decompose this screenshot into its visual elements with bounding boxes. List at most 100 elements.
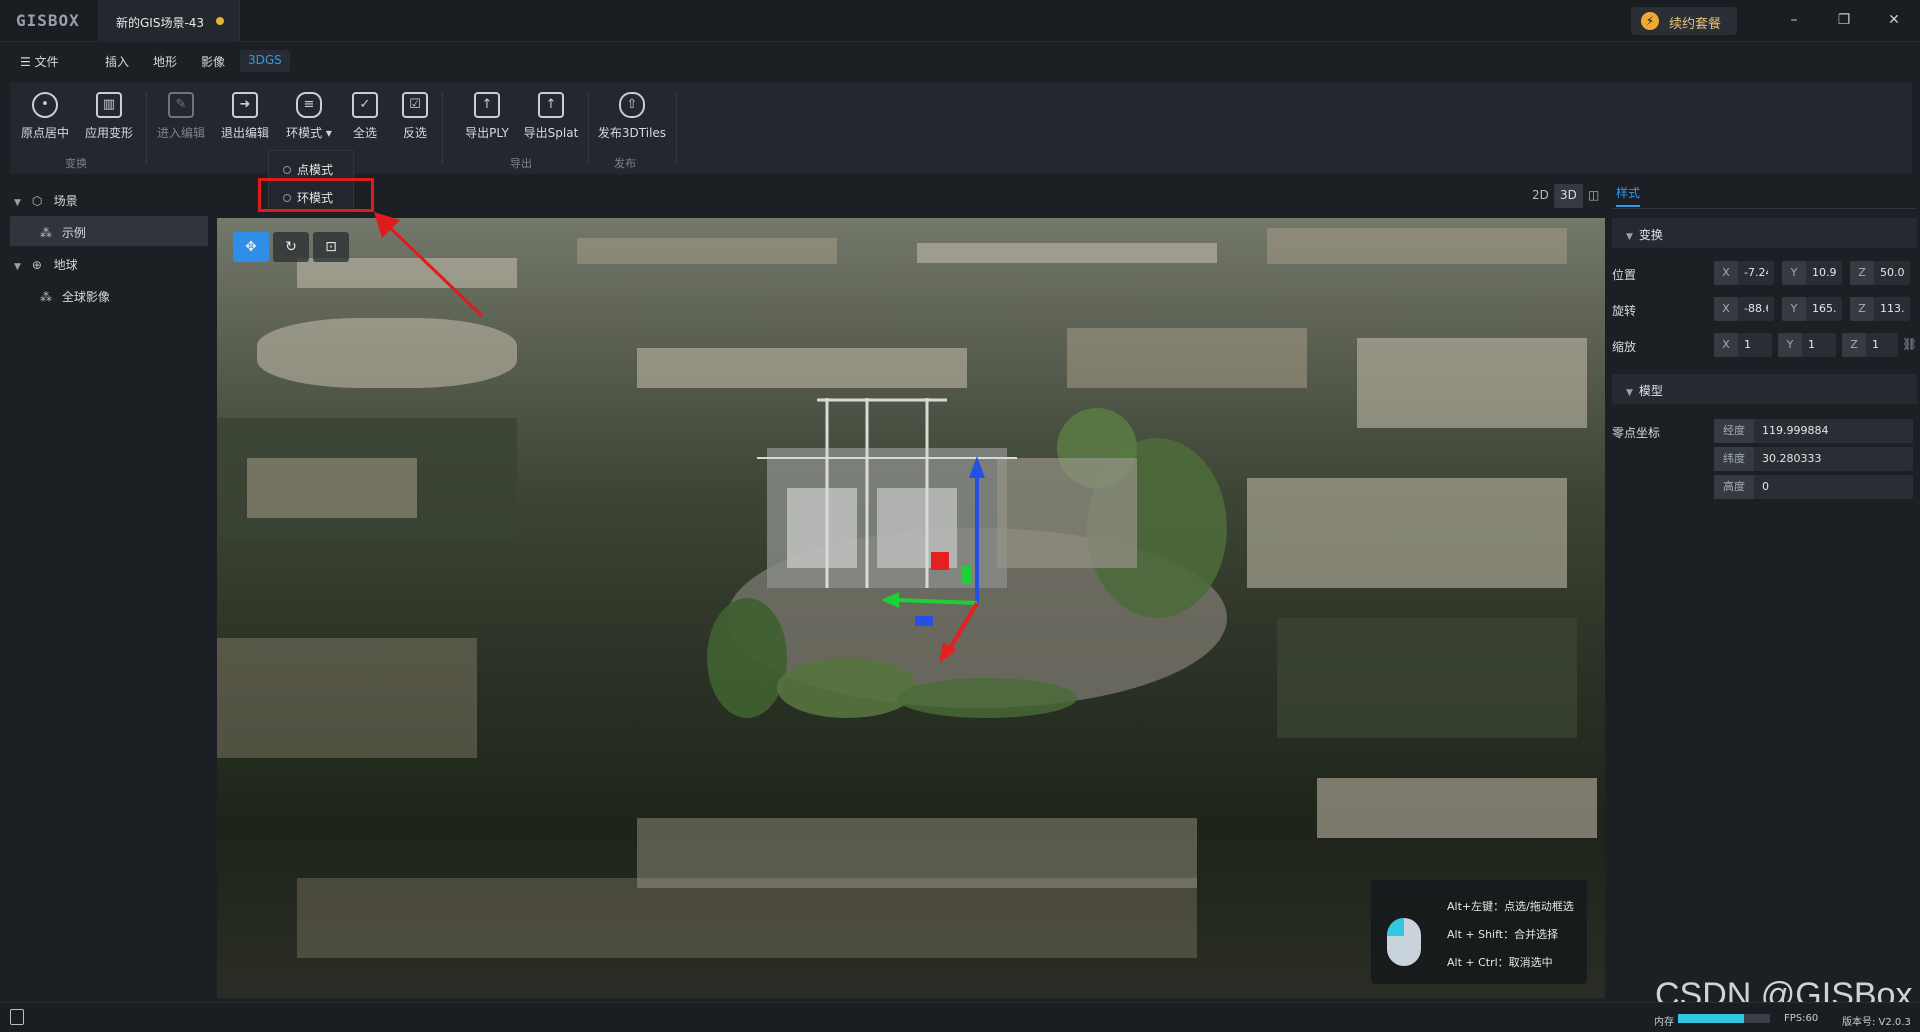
position-y-field[interactable]: Y 10.9( xyxy=(1782,261,1842,285)
export-icon: ↑ xyxy=(474,92,500,118)
move-tool-button[interactable]: ✥ xyxy=(233,232,269,262)
rotation-x-field[interactable]: X -88.6 xyxy=(1714,297,1774,321)
axis-y-label: Y xyxy=(1782,297,1806,321)
terrain-block xyxy=(1357,338,1587,428)
terrain-block xyxy=(637,348,967,388)
close-button[interactable]: ✕ xyxy=(1882,8,1906,32)
terrain-block xyxy=(1247,478,1567,588)
invert-select-icon: ☑ xyxy=(402,92,428,118)
terrain-block xyxy=(297,878,1197,958)
scale-x-field[interactable]: X1 xyxy=(1714,333,1772,357)
tree-item-example[interactable]: ⁂ 示例 xyxy=(10,216,208,246)
ring-mode-label: 环模式 ▾ xyxy=(278,124,340,141)
tree-item-globe[interactable]: ▼ ⊕ 地球 xyxy=(0,248,212,278)
center-origin-button[interactable]: • 原点居中 xyxy=(14,92,76,141)
enter-edit-label: 进入编辑 xyxy=(156,126,205,140)
rotation-y-field[interactable]: Y 165.: xyxy=(1782,297,1842,321)
terrain-block xyxy=(917,243,1217,263)
export-splat-label: 导出Splat xyxy=(523,126,579,140)
scale-y-field[interactable]: Y1 xyxy=(1778,333,1836,357)
position-y-value: 10.9( xyxy=(1812,266,1836,279)
exit-edit-button[interactable]: ➜ 退出编辑 xyxy=(214,92,276,141)
imagery-icon: ⁂ xyxy=(40,290,52,304)
latitude-field[interactable]: 纬度 30.280333 xyxy=(1714,447,1913,471)
maximize-button[interactable]: ❐ xyxy=(1832,8,1856,32)
menu-3dgs[interactable]: 3DGS xyxy=(240,50,290,72)
apply-transform-button[interactable]: ▥ 应用变形 xyxy=(78,92,140,141)
view-2d-button[interactable]: 2D xyxy=(1526,184,1555,208)
axis-z-label: Z xyxy=(1842,333,1866,357)
rotate-tool-button[interactable]: ↻ xyxy=(273,232,309,262)
globe-icon: ⊕ xyxy=(31,258,42,272)
checkbox-icon: ✓ xyxy=(352,92,378,118)
rotation-x-value: -88.6 xyxy=(1744,302,1768,315)
edit-icon: ✎ xyxy=(168,92,194,118)
group-label-publish: 发布 xyxy=(614,157,636,170)
menu-imagery[interactable]: 影像 xyxy=(201,53,225,70)
move-icon: ✥ xyxy=(245,239,257,255)
latitude-value: 30.280333 xyxy=(1762,452,1822,465)
gaussian-splat-model[interactable] xyxy=(687,388,1247,748)
caret-down-icon: ▼ xyxy=(1626,388,1633,398)
tab-style[interactable]: 样式 xyxy=(1616,184,1641,207)
option-point-mode-label: 点模式 xyxy=(297,163,334,177)
document-tab-label: 新的GIS场景-43 xyxy=(116,16,205,30)
group-divider xyxy=(146,92,147,164)
log-icon[interactable] xyxy=(10,1009,24,1025)
axis-z-label: Z xyxy=(1850,297,1874,321)
publish-3dtiles-button[interactable]: ⇧ 发布3DTiles xyxy=(596,92,668,141)
rotation-y-value: 165.: xyxy=(1812,302,1836,315)
section-model[interactable]: ▼ 模型 xyxy=(1612,374,1917,404)
caret-down-icon: ▼ xyxy=(1626,232,1633,242)
hint-line: Alt+左键：点选/拖动框选 xyxy=(1447,900,1574,913)
memory-usage-bar xyxy=(1678,1014,1770,1023)
longitude-label: 经度 xyxy=(1714,419,1754,443)
position-x-field[interactable]: X -7.24 xyxy=(1714,261,1774,285)
tree-item-global-imagery[interactable]: ⁂ 全球影像 xyxy=(0,280,212,310)
app-logo: GISBOX xyxy=(16,11,80,30)
menu-terrain[interactable]: 地形 xyxy=(153,53,177,70)
caret-down-icon: ▼ xyxy=(14,262,21,272)
tree-item-global-imagery-label: 全球影像 xyxy=(61,290,110,304)
rotation-z-field[interactable]: Z 113.( xyxy=(1850,297,1910,321)
point-cloud-icon: ⁂ xyxy=(40,226,52,240)
menu-file[interactable]: ☰ 文件 xyxy=(20,53,59,70)
split-view-button[interactable]: ◫ xyxy=(1582,184,1605,208)
menu-insert[interactable]: 插入 xyxy=(105,53,129,70)
longitude-value: 119.999884 xyxy=(1762,424,1829,437)
scale-y-value: 1 xyxy=(1808,338,1815,351)
position-z-field[interactable]: Z 50.0( xyxy=(1850,261,1910,285)
3d-viewport[interactable]: ✥ ↻ ⊡ Alt+左键：点选/拖动框选 Alt + Shift：合并选择 Al… xyxy=(217,218,1605,998)
axis-z-label: Z xyxy=(1850,261,1874,285)
tree-item-scene[interactable]: ▼ ⬡ 场景 xyxy=(0,184,212,214)
export-ply-button[interactable]: ↑ 导出PLY xyxy=(456,92,518,141)
group-divider xyxy=(676,92,677,164)
enter-edit-button[interactable]: ✎ 进入编辑 xyxy=(150,92,212,141)
export-splat-button[interactable]: ↑ 导出Splat xyxy=(520,92,582,141)
scale-icon: ⊡ xyxy=(325,239,337,255)
radio-icon xyxy=(283,166,291,174)
rotate-icon: ↻ xyxy=(285,239,297,255)
scale-tool-button[interactable]: ⊡ xyxy=(313,232,349,262)
group-label-transform: 变换 xyxy=(65,157,87,170)
divider xyxy=(1612,208,1917,209)
hamburger-icon: ☰ xyxy=(20,55,31,69)
height-field[interactable]: 高度 0 xyxy=(1714,475,1913,499)
unsaved-dot-icon xyxy=(216,17,224,25)
section-model-label: 模型 xyxy=(1638,384,1663,398)
layers-icon: ≡ xyxy=(296,92,322,118)
longitude-field[interactable]: 经度 119.999884 xyxy=(1714,419,1913,443)
view-3d-button[interactable]: 3D xyxy=(1554,184,1583,208)
renew-plan-button[interactable]: ⚡ 续约套餐 xyxy=(1631,7,1737,35)
section-transform[interactable]: ▼ 变换 xyxy=(1612,218,1917,248)
link-icon[interactable]: ⛓ xyxy=(1902,337,1917,351)
terrain-block xyxy=(247,458,417,518)
tree-item-scene-label: 场景 xyxy=(53,194,78,208)
ring-mode-button[interactable]: ≡ 环模式 ▾ xyxy=(278,92,340,141)
position-label: 位置 xyxy=(1612,268,1637,282)
rotation-label: 旋转 xyxy=(1612,304,1637,318)
scale-z-field[interactable]: Z1 xyxy=(1842,333,1898,357)
group-divider xyxy=(588,92,589,164)
invert-select-button[interactable]: ☑ 反选 xyxy=(384,92,446,141)
minimize-button[interactable]: – xyxy=(1782,8,1806,32)
